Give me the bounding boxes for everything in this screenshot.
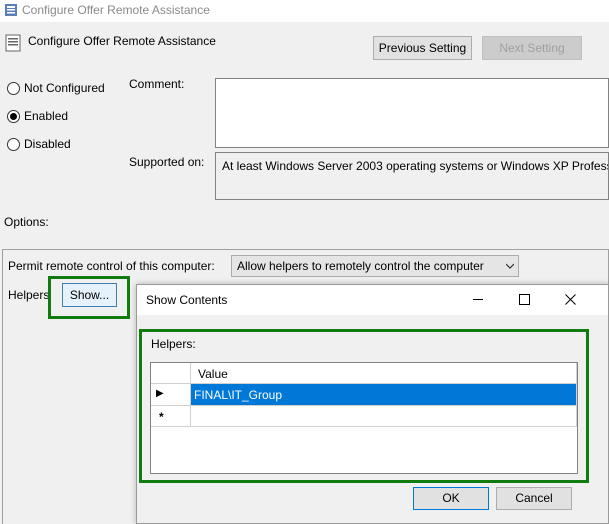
radio-circle[interactable] (7, 82, 20, 95)
new-row-icon: * (159, 410, 164, 424)
permit-remote-control-label: Permit remote control of this computer: (8, 259, 215, 273)
maximize-icon (519, 294, 530, 305)
supported-on-value: At least Windows Server 2003 operating s… (222, 159, 608, 173)
setting-icon (5, 34, 21, 52)
next-setting-button[interactable]: Next Setting (482, 36, 582, 60)
grid-corner (151, 363, 191, 384)
ok-button[interactable]: OK (413, 487, 489, 510)
supported-on-box: At least Windows Server 2003 operating s… (215, 152, 609, 200)
column-header[interactable]: Value (191, 363, 577, 384)
table-row-new[interactable] (191, 406, 577, 427)
radio-label: Not Configured (24, 81, 105, 95)
close-button[interactable] (547, 285, 593, 315)
row-header[interactable]: ▶ (151, 384, 191, 406)
window-title: Configure Offer Remote Assistance (22, 3, 210, 17)
chevron-down-icon (506, 263, 514, 269)
helpers-grid: Value ▶ FINAL\IT_Group * (150, 362, 578, 474)
helpers-list-label: Helpers: (151, 337, 196, 351)
row-header[interactable]: * (151, 406, 191, 427)
current-row-icon: ▶ (156, 388, 164, 399)
policy-icon (5, 4, 17, 16)
setting-title: Configure Offer Remote Assistance (28, 34, 216, 48)
dialog-titlebar: Show Contents (137, 285, 608, 315)
radio-label: Enabled (24, 109, 69, 123)
radio-circle[interactable] (7, 110, 20, 123)
dialog-title: Show Contents (146, 293, 228, 307)
supported-on-label: Supported on: (129, 155, 205, 169)
cell-value: FINAL\IT_Group (194, 388, 283, 402)
radio-label: Disabled (24, 137, 71, 151)
comment-textarea[interactable] (215, 78, 609, 148)
table-row[interactable]: FINAL\IT_Group (191, 384, 577, 406)
previous-setting-button[interactable]: Previous Setting (373, 36, 472, 60)
permit-remote-control-value: Allow helpers to remotely control the co… (237, 259, 484, 273)
helpers-label: Helpers (8, 288, 50, 302)
show-helpers-button[interactable]: Show... (62, 283, 117, 307)
maximize-button[interactable] (501, 285, 547, 315)
permit-remote-control-select[interactable]: Allow helpers to remotely control the co… (231, 255, 519, 277)
close-icon (565, 294, 576, 305)
minimize-icon (473, 299, 483, 300)
comment-label: Comment: (129, 77, 185, 91)
options-label: Options: (4, 215, 49, 229)
cancel-button[interactable]: Cancel (496, 487, 572, 510)
show-contents-dialog: Show Contents Helpers: Value ▶ FINAL\IT_… (136, 284, 609, 524)
column-header-value: Value (198, 367, 228, 381)
minimize-button[interactable] (455, 285, 501, 315)
window-titlebar: Configure Offer Remote Assistance (0, 0, 609, 22)
radio-circle[interactable] (7, 138, 20, 151)
